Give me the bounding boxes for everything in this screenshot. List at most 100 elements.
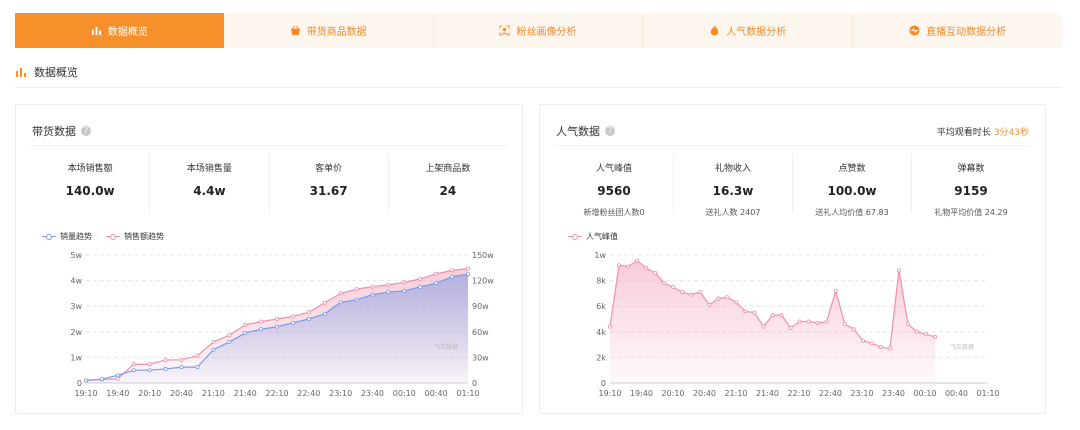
data-point-volume [338, 300, 343, 305]
data-point-amount [306, 310, 311, 315]
data-point-volume [354, 297, 359, 302]
data-point-volume [386, 290, 391, 295]
x-tick-label: 23:40 [361, 389, 384, 398]
data-point-popularity [905, 322, 910, 327]
data-point-amount [322, 300, 327, 305]
pulse-icon [909, 25, 920, 36]
data-point-amount [450, 268, 455, 273]
data-point-amount [290, 314, 295, 319]
data-point-amount [211, 340, 216, 345]
data-point-amount [434, 271, 439, 276]
popularity-trend-chart[interactable]: 0 2k 4k 6k 8k 1w 19:10 19:40 20:10 20:40 21:10 21:4… [540, 105, 1047, 415]
data-point-amount [163, 357, 168, 362]
tab-4[interactable]: 人气数据分析 [643, 13, 854, 48]
x-tick-label: 22:10 [265, 389, 288, 398]
data-point-amount [179, 357, 184, 362]
data-point-popularity [734, 300, 739, 305]
data-point-volume [434, 281, 439, 286]
tab-5[interactable]: 直播互动数据分析 [853, 13, 1062, 48]
data-point-amount [465, 266, 470, 271]
section-divider [15, 87, 1062, 88]
y-tick-label: 6k [596, 302, 606, 311]
x-tick-label: 22:10 [787, 389, 810, 398]
x-tick-label: 19:10 [74, 389, 97, 398]
x-tick-label: 20:40 [693, 389, 716, 398]
tab-label: 带货商品数据 [306, 27, 367, 38]
data-point-amount [259, 319, 264, 324]
data-point-popularity [933, 334, 938, 339]
data-point-popularity [860, 338, 865, 343]
data-point-volume [163, 366, 168, 371]
data-point-popularity [743, 309, 748, 314]
x-tick-label: 19:10 [598, 389, 621, 398]
data-point-popularity [869, 341, 874, 346]
data-point-popularity [608, 324, 613, 329]
data-point-popularity [815, 320, 820, 325]
y-tick-label: 4k [596, 328, 606, 337]
data-point-popularity [689, 292, 694, 297]
data-point-volume [274, 324, 279, 329]
data-point-popularity [635, 258, 640, 263]
data-point-volume [465, 272, 470, 277]
shopping-basket-icon [290, 25, 300, 36]
data-point-volume [179, 365, 184, 370]
tab-3[interactable]: 粉丝画像分析 [434, 13, 644, 48]
y-tick-label-right: 120w [472, 277, 494, 286]
data-point-popularity [761, 324, 766, 329]
data-point-popularity [707, 302, 712, 307]
y-tick-label-left: 0 [77, 379, 82, 388]
data-point-amount [386, 282, 391, 287]
series-area-popularity [610, 260, 936, 383]
data-point-volume [99, 377, 104, 382]
data-point-popularity [924, 332, 929, 337]
data-point-volume [322, 311, 327, 316]
x-tick-label: 20:10 [661, 389, 684, 398]
data-point-popularity [770, 313, 775, 318]
tab-2[interactable]: 带货商品数据 [224, 13, 434, 48]
bar-chart-icon [16, 68, 26, 77]
x-tick-label: 21:40 [756, 389, 779, 398]
data-point-popularity [617, 263, 622, 268]
sales-trend-chart[interactable]: 0 1w 2w 3w 4w 5w 0 30w 60w 90w 120w 150w 19:10 19:40 2… [16, 105, 524, 415]
popularity-data-card: 人气数据 ? 平均观看时长 3分43秒 人气峰值 9560 新增粉丝团人数0 礼物收入… [539, 104, 1046, 414]
data-point-popularity [842, 322, 847, 327]
x-tick-label: 21:10 [724, 389, 747, 398]
data-point-amount [227, 333, 232, 338]
data-point-amount [131, 362, 136, 367]
portrait-scan-icon [499, 25, 511, 36]
data-point-amount [274, 316, 279, 321]
data-point-volume [259, 327, 264, 332]
x-tick-label: 23:10 [850, 389, 873, 398]
data-point-amount [243, 322, 248, 327]
watermark-text: 飞瓜数据 [434, 343, 458, 351]
y-tick-label-right: 90w [472, 302, 489, 311]
x-tick-label: 20:10 [138, 389, 161, 398]
data-point-popularity [680, 290, 685, 295]
data-point-amount [147, 362, 152, 367]
data-point-volume [211, 347, 216, 352]
data-point-popularity [896, 268, 901, 273]
tab-label: 粉丝画像分析 [516, 27, 577, 38]
data-point-popularity [752, 310, 757, 315]
y-tick-label-left: 1w [70, 353, 82, 362]
y-tick-label: 1w [594, 251, 606, 260]
data-point-volume [402, 288, 407, 293]
y-tick-label-left: 5w [70, 251, 82, 260]
y-tick-label: 8k [596, 277, 606, 286]
x-tick-label: 21:10 [202, 389, 225, 398]
data-point-popularity [662, 281, 667, 286]
data-point-volume [227, 340, 232, 345]
tab-1[interactable]: 数据概览 [15, 13, 224, 48]
flame-icon [711, 25, 719, 36]
data-point-volume [290, 320, 295, 325]
data-point-volume [243, 331, 248, 336]
data-point-volume [418, 284, 423, 289]
x-tick-label: 22:40 [297, 389, 320, 398]
data-point-amount [402, 280, 407, 285]
tab-label: 数据概览 [107, 27, 148, 38]
sales-data-card: 带货数据 ? 本场销售额 140.0w 本场销售量 4.4w 客单价 31.67 上架… [15, 104, 523, 414]
y-tick-label-left: 3w [70, 302, 82, 311]
data-point-popularity [851, 327, 856, 332]
x-tick-label: 21:40 [234, 389, 257, 398]
data-point-volume [147, 368, 152, 373]
